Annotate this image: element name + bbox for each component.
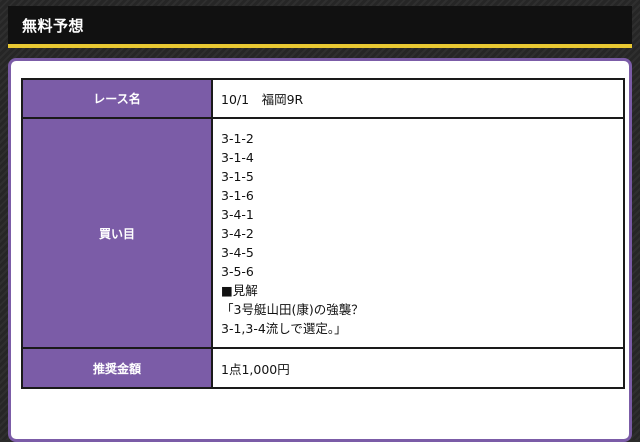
race-name-value: 10/1 福岡9R	[211, 78, 625, 119]
prediction-table: レース名 10/1 福岡9R 買い目 3-1-2 3-1-4 3-1-5 3-1…	[21, 78, 625, 389]
recommended-amount-value: 1点1,000円	[211, 347, 625, 389]
analysis-text: 3-1,3-4流しで選定。」	[221, 320, 347, 336]
bet-line: 3-1-5	[221, 168, 254, 184]
bet-line: 3-1-4	[221, 149, 254, 165]
recommended-amount-label: 推奨金額	[21, 347, 213, 389]
bets-label: 買い目	[21, 117, 213, 349]
bet-line: 3-4-2	[221, 225, 254, 241]
prediction-panel: レース名 10/1 福岡9R 買い目 3-1-2 3-1-4 3-1-5 3-1…	[8, 58, 632, 442]
section-header: 無料予想	[8, 6, 632, 48]
bet-line: 3-1-6	[221, 187, 254, 203]
table-row: 推奨金額 1点1,000円	[21, 347, 625, 389]
race-name-label: レース名	[21, 78, 213, 119]
table-row: レース名 10/1 福岡9R	[21, 78, 625, 119]
bet-lines: 3-1-2 3-1-4 3-1-5 3-1-6 3-4-1 3-4-2 3-4-…	[221, 127, 622, 340]
bet-line: 3-5-6	[221, 263, 254, 279]
bets-value: 3-1-2 3-1-4 3-1-5 3-1-6 3-4-1 3-4-2 3-4-…	[211, 117, 625, 349]
analysis-heading: ■見解	[221, 282, 258, 298]
bet-line: 3-1-2	[221, 130, 254, 146]
analysis-text: 「3号艇山田(康)の強襲？	[221, 301, 364, 317]
bet-line: 3-4-1	[221, 206, 254, 222]
table-row: 買い目 3-1-2 3-1-4 3-1-5 3-1-6 3-4-1 3-4-2 …	[21, 117, 625, 349]
section-title: 無料予想	[22, 17, 85, 35]
bet-line: 3-4-5	[221, 244, 254, 260]
